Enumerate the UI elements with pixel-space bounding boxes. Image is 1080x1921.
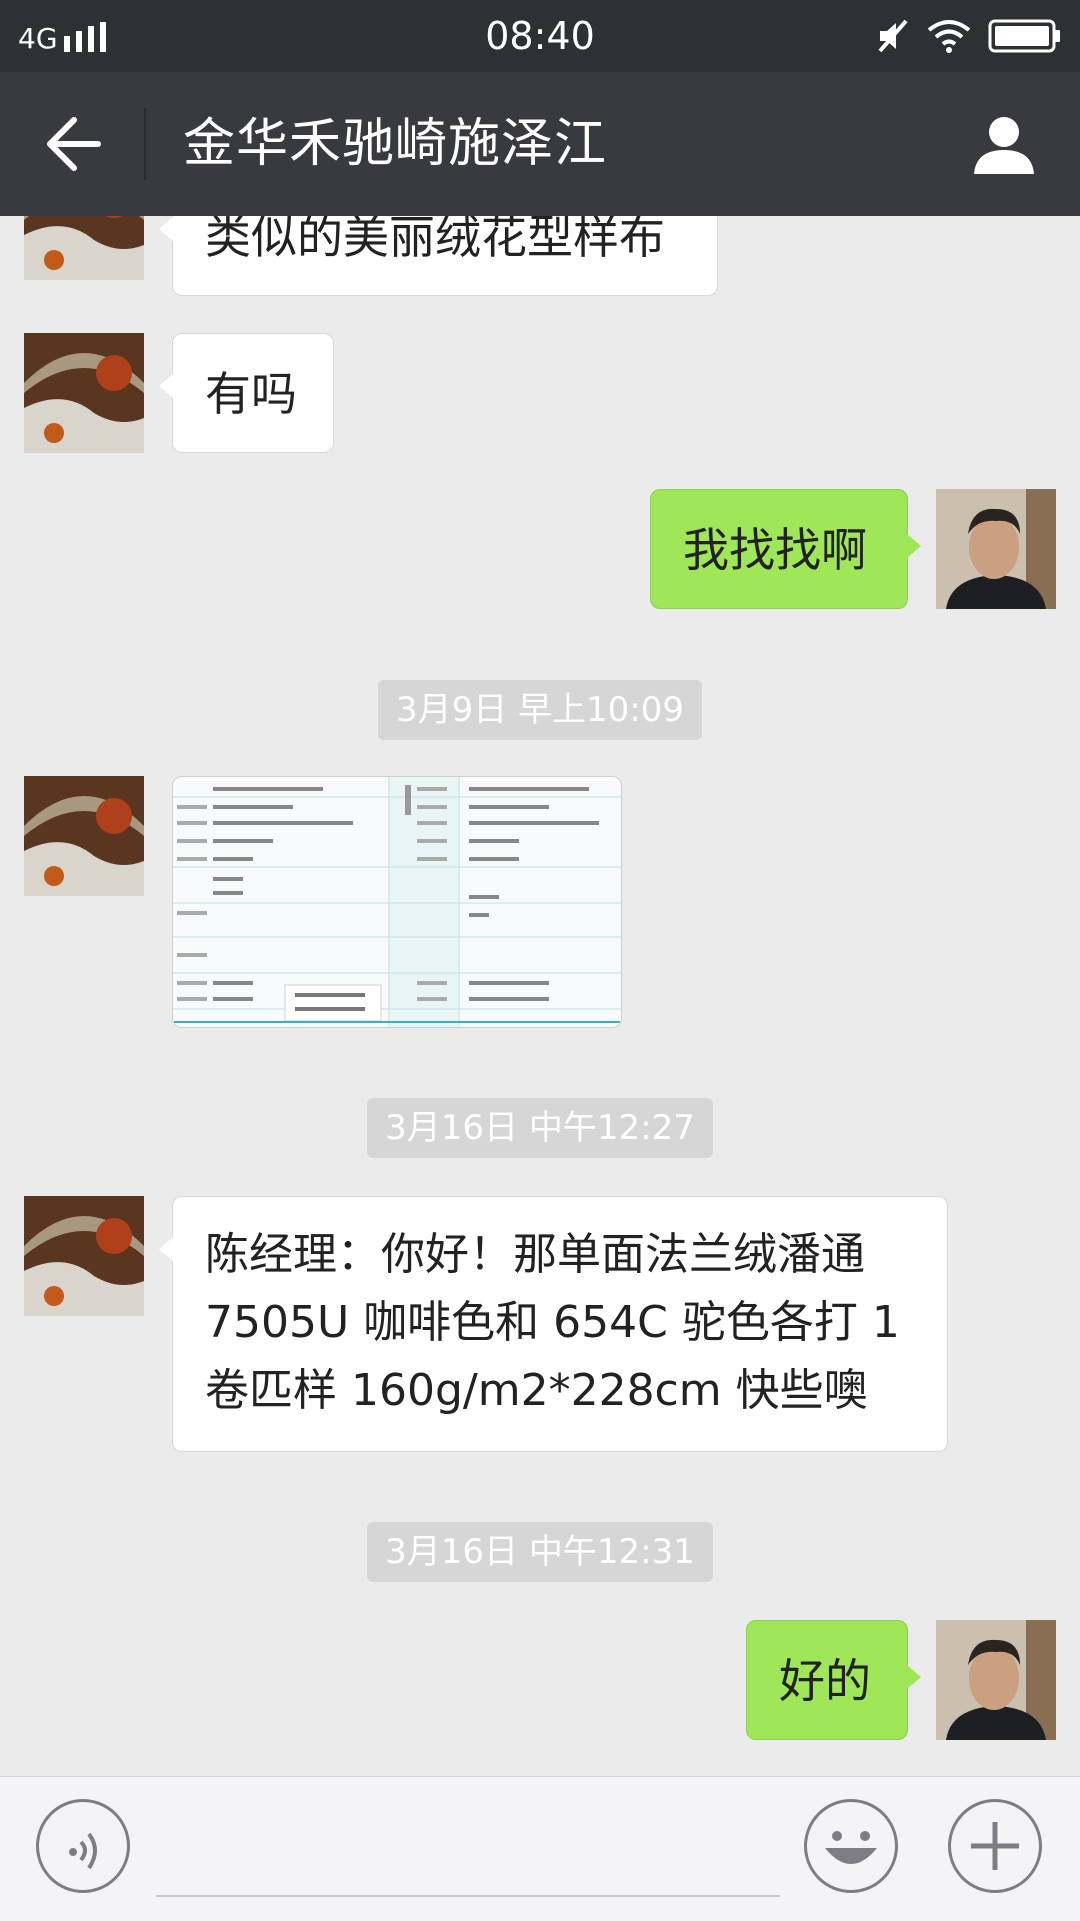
message-text: 好的 [779,1654,871,1708]
smiley-icon [825,1831,877,1864]
message-line: 7505U 咖啡色和 654C 驼色各打 1 [205,1297,900,1348]
timestamp: 3月9日 早上10:09 [0,680,1080,740]
message-list[interactable]: 类似的美丽绒花型样布 有吗 我找找啊 3月9日 早上10:09 3月16日 中午… [0,216,1080,1776]
timestamp-label: 3月9日 早上10:09 [377,680,703,740]
timestamp: 3月16日 中午12:27 [0,1098,1080,1158]
my-avatar[interactable] [936,1620,1056,1740]
message-line: 陈经理：你好！那单面法兰绒潘通 [205,1229,865,1280]
contact-avatar[interactable] [24,333,144,453]
input-bar [0,1776,1080,1921]
status-bar: 4G 08:40 [0,0,1080,72]
message-input[interactable] [156,1895,780,1897]
message-text: 有吗 [205,367,297,421]
timestamp-label: 3月16日 中午12:27 [367,1098,713,1158]
image-message[interactable] [172,776,622,1028]
message-bubble-sent[interactable]: 好的 [746,1620,921,1740]
message-text: 我找找啊 [683,523,867,577]
message-line: 卷匹样 160g/m2*228cm 快些噢 [205,1365,868,1416]
voice-button[interactable] [36,1799,130,1893]
message-bubble[interactable]: 陈经理：你好！那单面法兰绒潘通 7505U 咖啡色和 654C 驼色各打 1 卷… [159,1196,948,1452]
voice-icon [69,1832,97,1870]
message-bubble[interactable]: 有吗 [159,333,334,453]
contact-avatar[interactable] [24,1196,144,1316]
contact-avatar[interactable] [24,216,144,280]
back-arrow-icon[interactable] [44,110,104,178]
contact-avatar[interactable] [24,776,144,896]
timestamp: 3月16日 中午12:31 [0,1522,1080,1582]
chat-header: 金华禾驰崎施泽江 [0,72,1080,216]
person-icon[interactable] [972,112,1036,176]
mute-icon [878,19,908,53]
timestamp-label: 3月16日 中午12:31 [367,1522,713,1582]
battery-icon [988,19,1060,53]
header-divider [144,108,146,180]
plus-icon [971,1822,1019,1870]
chat-title: 金华禾驰崎施泽江 [183,114,608,174]
message-bubble[interactable]: 类似的美丽绒花型样布 [159,216,718,296]
message-bubble-sent[interactable]: 我找找啊 [650,489,921,609]
more-button[interactable] [948,1799,1042,1893]
my-avatar[interactable] [936,489,1056,609]
message-text: 类似的美丽绒花型样布 [205,216,665,264]
wifi-icon [927,20,971,53]
emoji-button[interactable] [804,1799,898,1893]
